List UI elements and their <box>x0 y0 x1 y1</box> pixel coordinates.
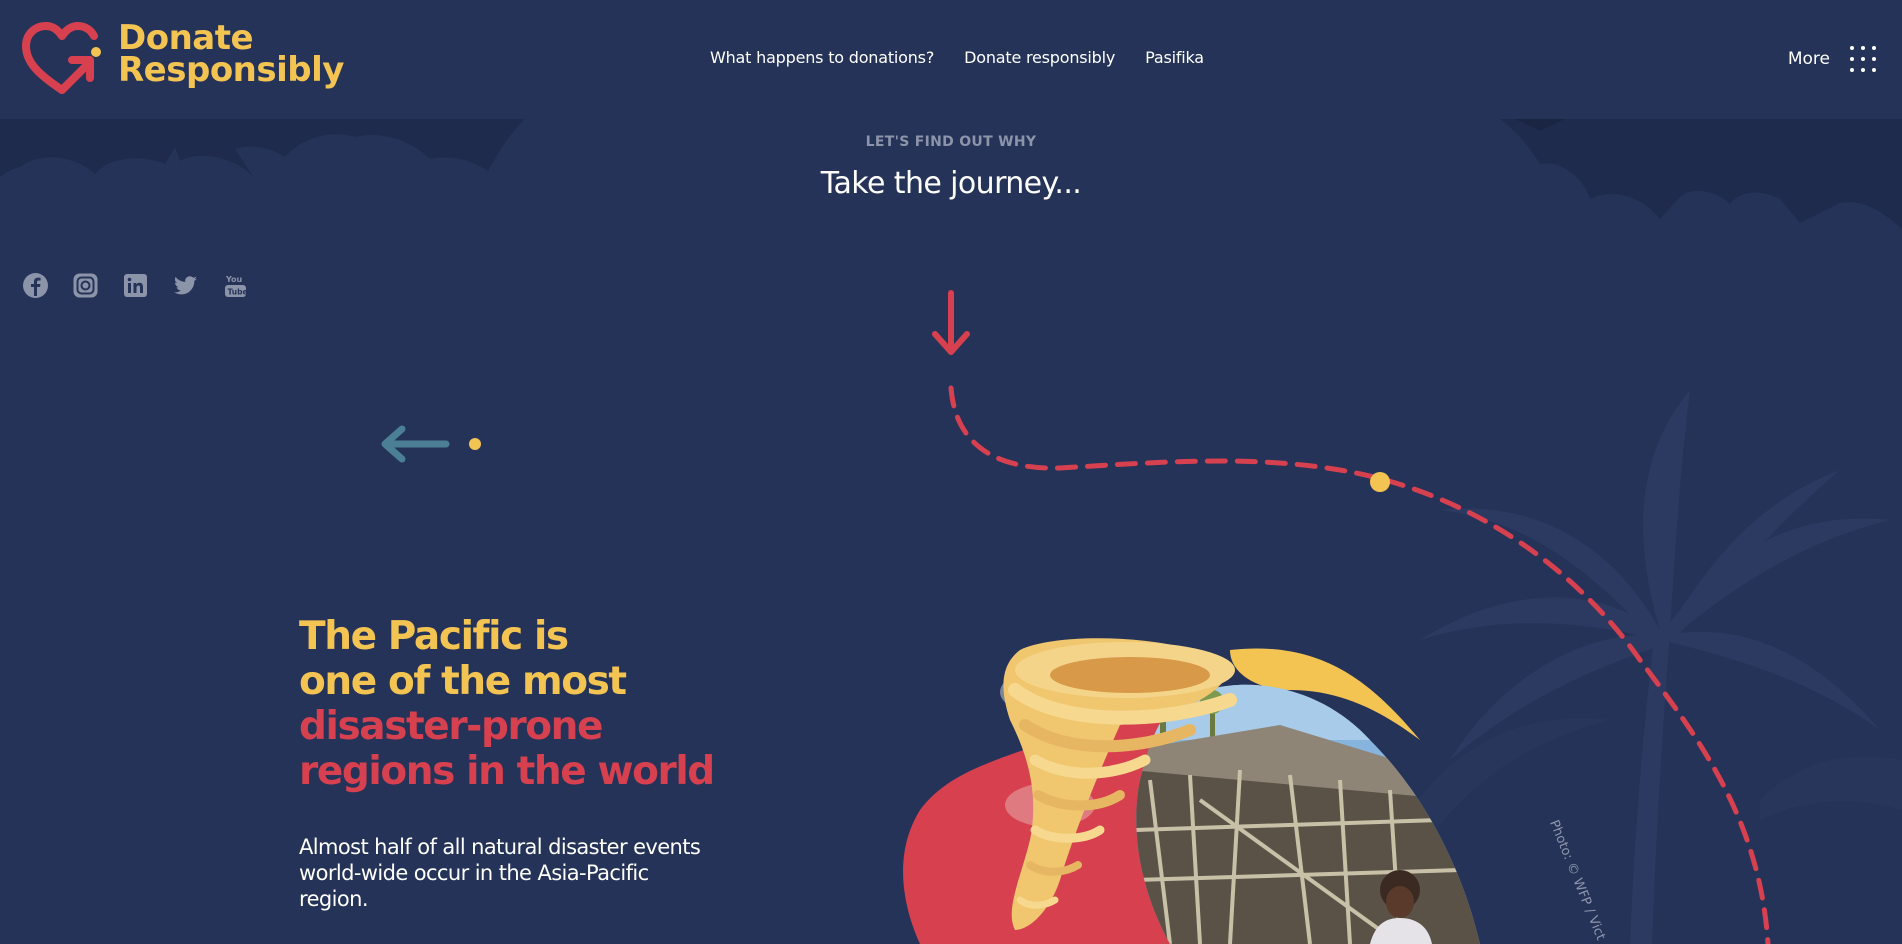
more-menu-button[interactable]: More <box>1788 42 1880 76</box>
site-header: Donate Responsibly What happens to donat… <box>0 0 1902 119</box>
twitter-icon[interactable] <box>172 272 199 299</box>
linkedin-icon[interactable] <box>122 272 149 299</box>
svg-text:You: You <box>225 275 243 284</box>
down-arrow-icon <box>932 290 970 355</box>
social-links: You Tube <box>22 272 249 299</box>
logo-wordmark: Donate Responsibly <box>118 21 344 90</box>
cyclone-illustration <box>903 638 1480 944</box>
site-logo[interactable]: Donate Responsibly <box>22 21 344 96</box>
journey-title: Take the journey... <box>820 166 1082 201</box>
section-body-text: Almost half of all natural disaster even… <box>299 835 701 911</box>
headline-line-1: The Pacific is <box>299 614 569 659</box>
svg-text:Tube: Tube <box>228 288 248 297</box>
nav-donate-responsibly[interactable]: Donate responsibly <box>964 48 1115 67</box>
nav-pasifika[interactable]: Pasifika <box>1145 48 1204 67</box>
facebook-icon[interactable] <box>22 272 49 299</box>
headline-line-4: regions in the world <box>299 749 715 794</box>
grid-menu-icon <box>1846 42 1880 76</box>
back-arrow-icon[interactable] <box>378 424 450 464</box>
more-label: More <box>1787 49 1830 69</box>
instagram-icon[interactable] <box>72 272 99 299</box>
logo-line-2: Responsibly <box>118 50 344 90</box>
headline-line-2: one of the most <box>299 659 627 704</box>
headline-line-3: disaster-prone <box>299 704 604 749</box>
youtube-icon[interactable]: You Tube <box>222 272 249 299</box>
heart-logo-icon <box>22 22 101 94</box>
nav-what-happens[interactable]: What happens to donations? <box>710 48 934 67</box>
section-eyebrow: LET'S FIND OUT WHY <box>865 134 1037 150</box>
back-marker-dot <box>469 438 481 450</box>
section-headline: The Pacific is one of the most disaster-… <box>299 614 715 794</box>
main-nav: What happens to donations? Donate respon… <box>710 48 1204 67</box>
